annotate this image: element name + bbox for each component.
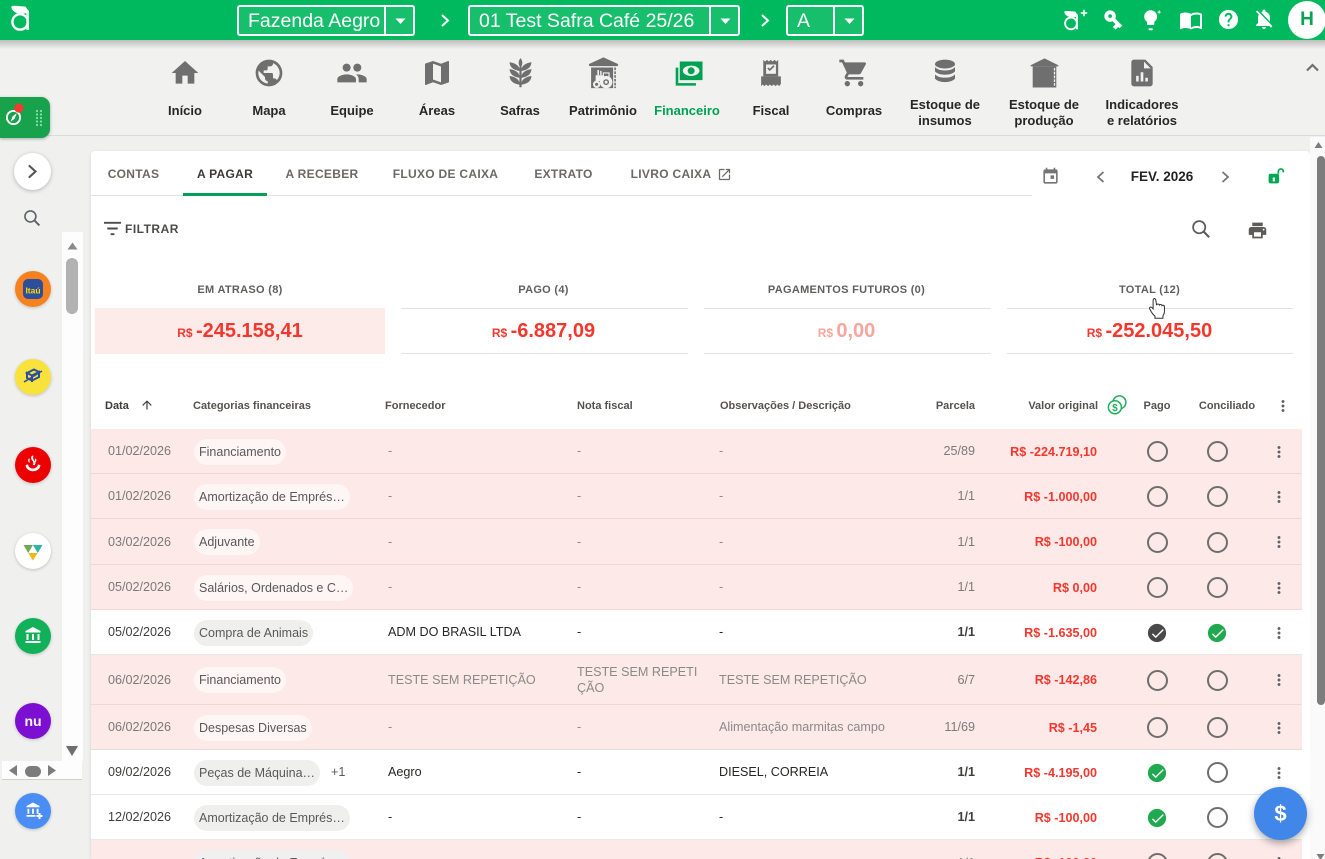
svg-text:Itaú: Itaú (25, 286, 40, 296)
svg-text:nu: nu (24, 713, 41, 729)
